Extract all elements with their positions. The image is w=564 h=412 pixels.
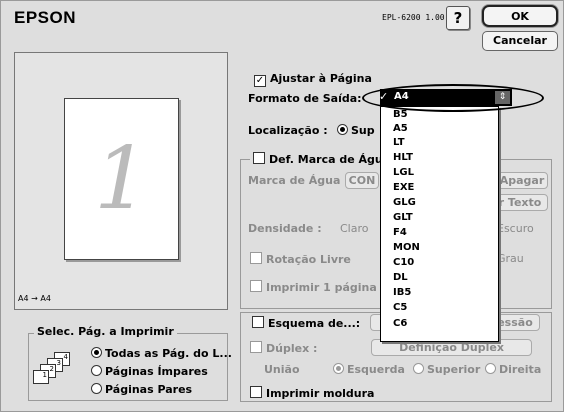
- print-frame-checkbox[interactable]: Imprimir moldura: [250, 386, 374, 400]
- binding-left-label: Esquerda: [347, 363, 405, 376]
- dropdown-option-hlt[interactable]: HLT: [393, 152, 413, 163]
- dropdown-option-a4-selected[interactable]: A4: [394, 91, 409, 102]
- radio-all-pages-indicator[interactable]: [91, 347, 102, 358]
- location-value: Sup: [351, 124, 375, 137]
- rotate-label: Rotação Livre: [266, 253, 351, 266]
- density-label: Densidade :: [248, 222, 322, 235]
- print-first-label: Imprimir 1 página: [266, 281, 377, 294]
- duplex-check-indicator[interactable]: [250, 341, 262, 353]
- rotate-checkbox[interactable]: Rotação Livre: [250, 252, 351, 266]
- print-range-title: Selec. Pág. a Imprimir: [34, 325, 177, 338]
- print-frame-check-indicator[interactable]: [250, 386, 262, 398]
- help-button[interactable]: ?: [446, 6, 470, 30]
- output-format-popup[interactable]: A4 ⇕: [380, 89, 512, 106]
- cancel-button[interactable]: Cancelar: [482, 31, 558, 51]
- radio-all-pages[interactable]: Todas as Pág. do L...: [91, 347, 232, 360]
- watermark-select-label: Marca de Água :: [248, 174, 349, 187]
- radio-even-pages-indicator[interactable]: [91, 383, 102, 394]
- rotate-check-indicator[interactable]: [250, 252, 262, 264]
- watermark-select[interactable]: CON: [345, 172, 379, 189]
- popup-arrows-icon: ⇕: [495, 91, 510, 104]
- dropdown-option-mon[interactable]: MON: [393, 242, 420, 253]
- binding-right-radio[interactable]: Direita: [485, 363, 541, 376]
- binding-label: União: [264, 363, 300, 376]
- page-stack-sheet: 1: [33, 370, 49, 384]
- paper-size-info: A4 → A4: [18, 294, 51, 303]
- dropdown-option-ib5[interactable]: IB5: [393, 287, 411, 298]
- duplex-checkbox[interactable]: Dúplex :: [250, 341, 317, 355]
- watermark-label: Def. Marca de Águ: [269, 153, 383, 166]
- binding-top-indicator[interactable]: [413, 363, 424, 374]
- layout-label: Esquema de...:: [268, 317, 361, 330]
- edit-text-button[interactable]: r Texto: [492, 194, 548, 211]
- dropdown-option-glg[interactable]: GLG: [393, 197, 416, 208]
- print-frame-label: Imprimir moldura: [266, 387, 375, 400]
- degree-label: Grau: [497, 252, 524, 265]
- selected-check-icon: ✓: [379, 90, 389, 103]
- layout-settings-button-edge[interactable]: [370, 314, 380, 331]
- preview-page-sheet: 1: [64, 98, 179, 260]
- layout-checkbox[interactable]: Esquema de...:: [252, 316, 360, 330]
- output-format-label: Formato de Saída:: [248, 92, 362, 105]
- printer-model: EPL-6200 1.00: [382, 13, 445, 22]
- fit-page-label: Ajustar à Página: [270, 72, 372, 85]
- binding-top-label: Superior: [427, 363, 481, 376]
- dropdown-option-glt[interactable]: GLT: [393, 212, 413, 223]
- radio-even-pages-label: Páginas Pares: [105, 383, 193, 396]
- radio-odd-pages-indicator[interactable]: [91, 365, 102, 376]
- dropdown-option-exe[interactable]: EXE: [393, 182, 414, 193]
- print-first-page-checkbox[interactable]: Imprimir 1 página: [250, 280, 377, 294]
- radio-odd-pages[interactable]: Páginas Ímpares: [91, 365, 208, 378]
- duplex-label: Dúplex :: [266, 342, 318, 355]
- density-dark-label: Escuro: [497, 222, 534, 235]
- density-light-label: Claro: [340, 222, 369, 235]
- binding-right-label: Direita: [499, 363, 542, 376]
- dropdown-option-dl[interactable]: DL: [393, 272, 408, 283]
- print-first-check-indicator[interactable]: [250, 280, 262, 292]
- layout-check-indicator[interactable]: [252, 316, 264, 328]
- delete-watermark-button[interactable]: /Apagar: [492, 172, 548, 189]
- dropdown-option-c5[interactable]: C5: [393, 302, 407, 313]
- dropdown-option-lgl[interactable]: LGL: [393, 167, 414, 178]
- location-label: Localização :: [248, 124, 328, 137]
- fit-page-check-indicator[interactable]: ✓: [254, 75, 266, 87]
- fit-page-checkbox[interactable]: ✓ Ajustar à Página: [254, 72, 372, 87]
- radio-all-pages-label: Todas as Pág. do L...: [105, 347, 232, 360]
- dropdown-option-c10[interactable]: C10: [393, 257, 414, 268]
- ok-button[interactable]: OK: [482, 5, 558, 27]
- preview-page-number: 1: [94, 129, 149, 229]
- binding-top-radio[interactable]: Superior: [413, 363, 480, 376]
- brand-logo: EPSON: [14, 8, 77, 27]
- dropdown-option-b5[interactable]: B5: [393, 109, 408, 120]
- page-stack-icon: 4 3 2 1: [32, 352, 76, 386]
- location-radio-indicator[interactable]: [337, 124, 348, 135]
- binding-right-indicator[interactable]: [485, 363, 496, 374]
- watermark-check-indicator[interactable]: [253, 152, 265, 164]
- binding-left-radio[interactable]: Esquerda: [333, 363, 405, 376]
- watermark-checkbox[interactable]: Def. Marca de Águ: [250, 152, 386, 166]
- binding-left-indicator[interactable]: [333, 363, 344, 374]
- radio-even-pages[interactable]: Páginas Pares: [91, 383, 192, 396]
- dropdown-option-c6[interactable]: C6: [393, 318, 407, 329]
- location-radio[interactable]: Sup: [337, 124, 375, 137]
- radio-odd-pages-label: Páginas Ímpares: [105, 365, 208, 378]
- dropdown-option-f4[interactable]: F4: [393, 227, 407, 238]
- output-format-dropdown-list[interactable]: B5 A5 LT HLT LGL EXE GLG GLT F4 MON C10 …: [380, 106, 499, 342]
- dropdown-option-lt[interactable]: LT: [393, 137, 405, 148]
- dropdown-option-a5[interactable]: A5: [393, 123, 408, 134]
